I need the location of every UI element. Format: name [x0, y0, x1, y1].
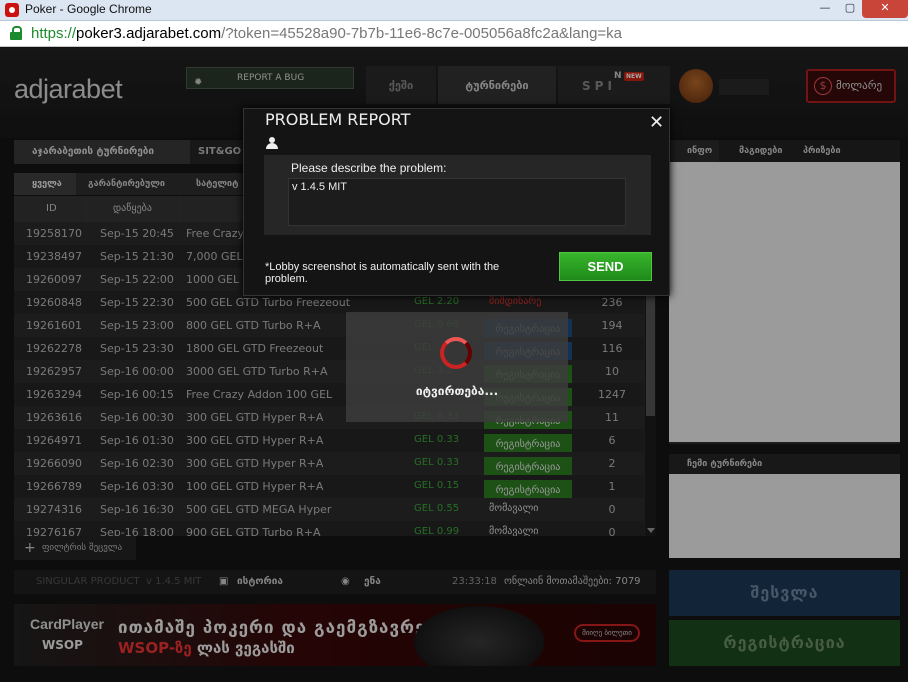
- user-icon: [266, 137, 278, 149]
- window-title: Poker - Google Chrome: [25, 2, 152, 16]
- screenshot-note: *Lobby screenshot is automatically sent …: [265, 261, 500, 285]
- browser-window: Poker - Google Chrome — ▢ ✕ https://poke…: [0, 0, 908, 682]
- url-text[interactable]: https://poker3.adjarabet.com/?token=4552…: [31, 25, 622, 42]
- url-scheme: https://: [31, 25, 77, 42]
- loading-box: იტვირთება...: [346, 312, 568, 422]
- loading-spinner-icon: [440, 337, 472, 369]
- send-button[interactable]: SEND: [559, 252, 652, 281]
- address-bar[interactable]: https://poker3.adjarabet.com/?token=4552…: [0, 21, 908, 47]
- loading-text: იტვირთება...: [415, 384, 499, 398]
- close-dialog-button[interactable]: ✕: [649, 112, 664, 133]
- problem-report-dialog: PROBLEM REPORT ✕ Please describe the pro…: [243, 108, 670, 296]
- title-bar: Poker - Google Chrome — ▢ ✕: [0, 0, 908, 21]
- app-favicon-icon: [5, 3, 19, 17]
- description-label: Please describe the problem:: [291, 161, 447, 175]
- url-query: /?token=45528a90-7b7b-11e6-8c7e-005056a8…: [221, 25, 623, 42]
- close-window-button[interactable]: ✕: [862, 0, 908, 18]
- lock-icon: [10, 26, 22, 40]
- maximize-button[interactable]: ▢: [838, 0, 862, 18]
- minimize-button[interactable]: —: [812, 0, 838, 18]
- dialog-title: PROBLEM REPORT: [265, 110, 411, 129]
- description-textarea[interactable]: v 1.4.5 MIT: [288, 178, 626, 226]
- url-host: poker3.adjarabet.com: [76, 25, 222, 42]
